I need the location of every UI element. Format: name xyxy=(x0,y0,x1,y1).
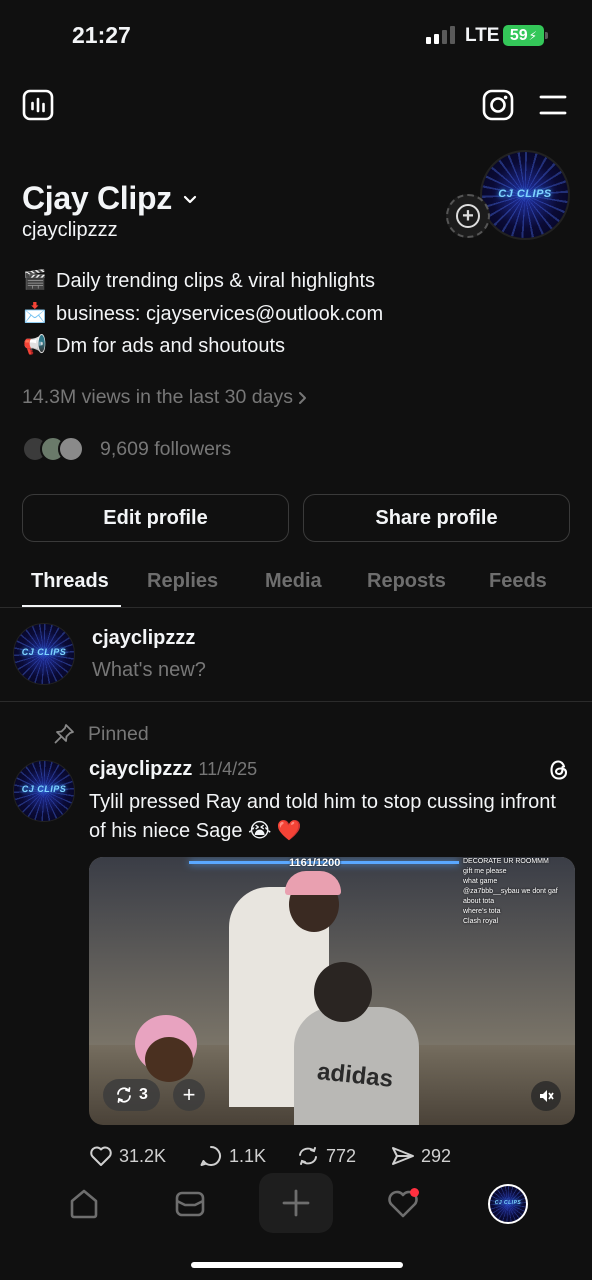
display-name: Cjay Clipz xyxy=(22,180,172,216)
video-repost-count: 3 xyxy=(139,1086,148,1103)
new-thread-composer[interactable]: CJ CLIPS cjayclipzzz What's new? xyxy=(0,608,592,702)
add-story-button[interactable]: + xyxy=(446,194,490,238)
network-label: LTE xyxy=(465,25,500,46)
post-username[interactable]: cjayclipzzz xyxy=(89,758,192,781)
nav-activity[interactable] xyxy=(373,1174,433,1234)
post-date: 11/4/25 xyxy=(198,759,258,779)
chevron-down-icon xyxy=(183,195,197,203)
plus-icon: + xyxy=(456,204,480,228)
insights-icon[interactable] xyxy=(22,89,54,121)
share-count: 292 xyxy=(421,1145,452,1166)
envelope-icon: 📩 xyxy=(23,302,47,324)
tab-reposts[interactable]: Reposts xyxy=(367,570,446,593)
views-insight-link[interactable]: 14.3M views in the last 30 days xyxy=(22,386,309,409)
child-head xyxy=(145,1037,193,1082)
heart-icon xyxy=(90,1146,112,1166)
chevron-right-icon xyxy=(298,391,306,404)
nav-inbox[interactable] xyxy=(160,1174,220,1234)
battery-level: 59 xyxy=(509,26,528,44)
home-indicator[interactable] xyxy=(191,1262,403,1268)
chat-line: @za7bbb__sybau we dont gaf about tota xyxy=(463,888,558,905)
repost-count: 772 xyxy=(326,1145,357,1166)
reply-button[interactable]: 1.1K xyxy=(199,1145,296,1167)
post-text: Tylil pressed Ray and told him to stop c… xyxy=(89,791,556,842)
profile-name-row[interactable]: Cjay Clipz xyxy=(22,180,198,217)
like-count: 31.2K xyxy=(119,1145,167,1166)
chat-line: DECORATE UR ROOMMM xyxy=(463,858,549,865)
stream-chat: DECORATE UR ROOMMM gift me please what g… xyxy=(463,857,573,927)
bio-text: Daily trending clips & viral highlights xyxy=(56,270,376,292)
post-actions: 31.2K 1.1K 772 292 xyxy=(89,1145,451,1167)
profile-bio: 🎬 Daily trending clips & viral highlights… xyxy=(22,265,383,363)
repost-icon xyxy=(117,1087,131,1103)
bio-line: 📩 business: cjayservices@outlook.com xyxy=(22,298,383,331)
share-button[interactable]: 292 xyxy=(391,1145,451,1167)
bio-line: 📢 Dm for ads and shoutouts xyxy=(22,330,383,363)
clapper-icon: 🎬 xyxy=(23,270,47,291)
tab-media[interactable]: Media xyxy=(265,570,322,593)
post-header: cjayclipzzz 11/4/25 xyxy=(89,758,257,781)
video-repost-badge[interactable]: 3 xyxy=(103,1079,160,1111)
profile-tabs: Threads Replies Media Reposts Feeds xyxy=(0,560,592,608)
bio-text: Dm for ads and shoutouts xyxy=(56,335,286,357)
menu-icon[interactable] xyxy=(538,93,568,117)
battery-icon: 59 ⚡ xyxy=(503,25,548,46)
pinned-text: Pinned xyxy=(88,722,149,745)
followers-count: 9,609 followers xyxy=(100,437,232,460)
profile-avatar[interactable]: CJ CLIPS xyxy=(480,150,570,240)
home-icon xyxy=(70,1189,98,1219)
post-avatar[interactable]: CJ CLIPS xyxy=(13,760,75,822)
seated-head xyxy=(314,962,372,1022)
tab-feeds[interactable]: Feeds xyxy=(489,570,547,593)
follower-avatar xyxy=(58,436,84,462)
chat-line: where's tota xyxy=(463,908,501,915)
avatar-logo-text: CJ CLIPS xyxy=(494,1200,522,1206)
mute-icon[interactable] xyxy=(531,1081,561,1111)
status-bar: 21:27 LTE 59 ⚡ xyxy=(0,0,592,70)
nav-profile-avatar: CJ CLIPS xyxy=(488,1184,528,1224)
followers-link[interactable]: 9,609 followers xyxy=(22,436,231,462)
tab-threads[interactable]: Threads xyxy=(31,570,109,593)
video-add-button[interactable]: + xyxy=(173,1079,205,1111)
status-time: 21:27 xyxy=(72,22,131,48)
chat-line: gift me please xyxy=(463,868,507,875)
reply-count: 1.1K xyxy=(229,1145,267,1166)
nav-create[interactable] xyxy=(259,1173,333,1233)
repost-icon xyxy=(299,1147,317,1165)
active-tab-indicator xyxy=(22,605,121,607)
composer-username: cjayclipzzz xyxy=(92,627,196,649)
chat-line: what game xyxy=(463,878,498,885)
nav-profile[interactable]: CJ CLIPS xyxy=(478,1174,538,1234)
share-profile-button[interactable]: Share profile xyxy=(303,494,570,542)
pink-cap xyxy=(285,871,341,895)
plus-icon xyxy=(282,1189,310,1217)
stream-counter: 1161/1200 xyxy=(289,857,341,869)
chat-line: Clash royal xyxy=(463,918,499,925)
tab-replies[interactable]: Replies xyxy=(147,570,218,593)
avatar-logo-text: CJ CLIPS xyxy=(21,784,67,794)
pin-icon xyxy=(54,724,74,744)
post-video[interactable]: adidas 1161/1200 DECORATE UR ROOMMM gift… xyxy=(89,857,575,1125)
composer-placeholder[interactable]: What's new? xyxy=(92,659,206,682)
composer-avatar: CJ CLIPS xyxy=(13,623,75,685)
megaphone-icon: 📢 xyxy=(23,335,47,356)
instagram-icon[interactable] xyxy=(482,89,514,121)
comment-icon xyxy=(200,1146,221,1166)
inbox-icon xyxy=(175,1191,205,1217)
signal-icon xyxy=(426,26,455,44)
avatar-logo-text: CJ CLIPS xyxy=(21,647,67,657)
edit-profile-button[interactable]: Edit profile xyxy=(22,494,289,542)
profile-handle: cjayclipzzz xyxy=(22,219,118,241)
pinned-label: Pinned xyxy=(52,722,149,746)
nav-home[interactable] xyxy=(54,1174,114,1234)
notification-dot xyxy=(410,1188,419,1197)
views-text: 14.3M views in the last 30 days xyxy=(22,386,293,408)
threads-logo-icon[interactable] xyxy=(546,757,572,783)
like-button[interactable]: 31.2K xyxy=(89,1145,199,1167)
repost-button[interactable]: 772 xyxy=(296,1145,391,1167)
avatar-logo-text: CJ CLIPS xyxy=(498,188,552,200)
bio-line: 🎬 Daily trending clips & viral highlights xyxy=(22,265,383,298)
send-icon xyxy=(392,1147,414,1165)
bio-text[interactable]: business: cjayservices@outlook.com xyxy=(56,298,383,331)
